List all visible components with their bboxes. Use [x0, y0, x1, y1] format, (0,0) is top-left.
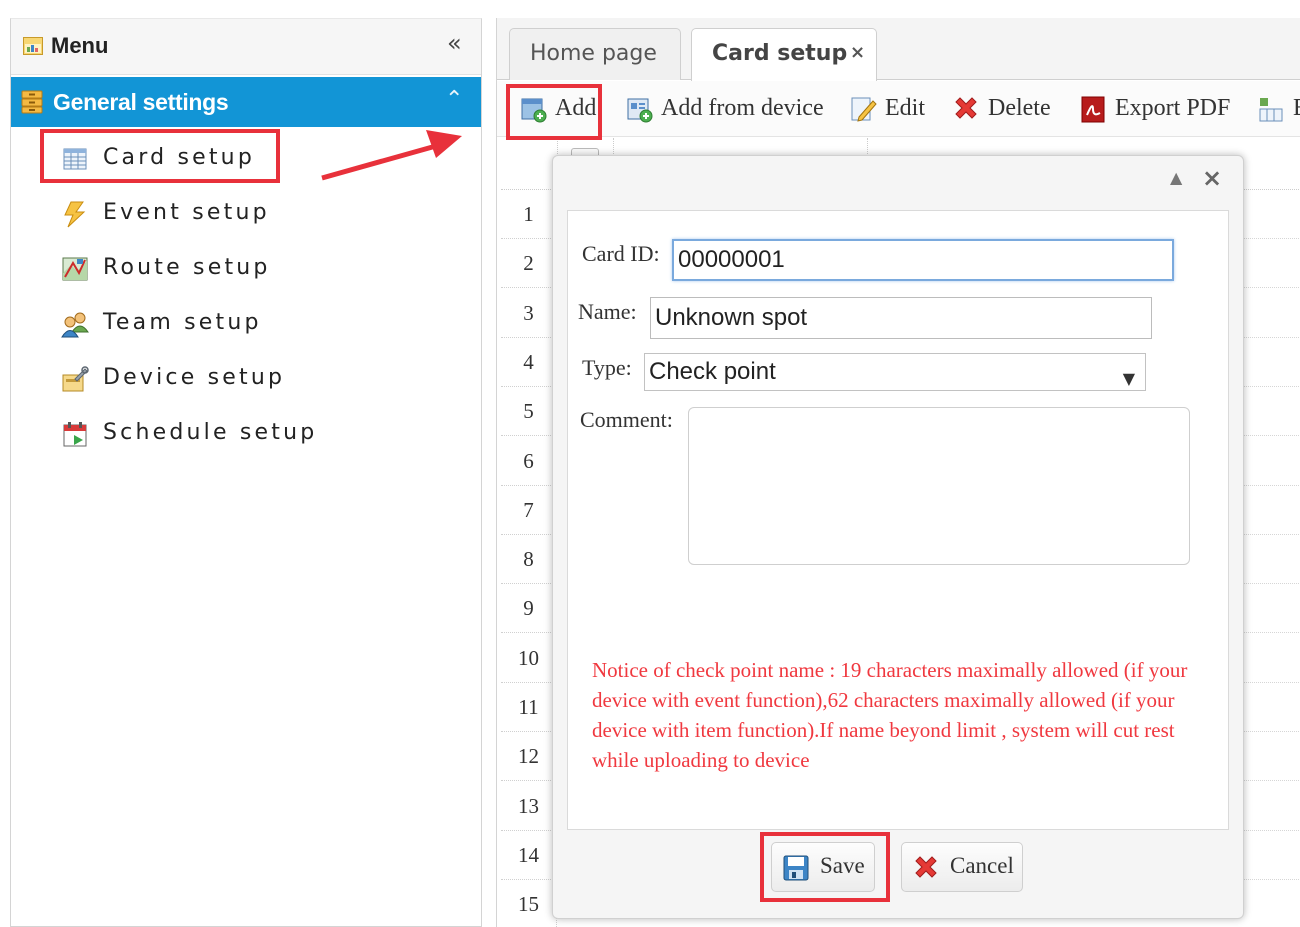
- add-button[interactable]: Add: [519, 89, 599, 129]
- row-number: 5: [501, 387, 557, 436]
- device-wrench-icon: [62, 366, 89, 392]
- sidebar-item-team-setup[interactable]: Team setup: [61, 304, 461, 346]
- toolbar-label: Add from device: [661, 95, 824, 121]
- tab-label: Card setup: [712, 41, 848, 66]
- calendar-icon: [63, 422, 87, 447]
- sidebar-item-label: Card setup: [103, 145, 255, 170]
- tab-home-page[interactable]: Home page: [509, 28, 681, 80]
- tab-strip: Home page Card setup ×: [497, 18, 1300, 81]
- sidebar-item-schedule-setup[interactable]: Schedule setup: [61, 414, 461, 456]
- row-number: 12: [501, 732, 557, 781]
- cancel-icon: [915, 856, 937, 878]
- row-number: 3: [501, 289, 557, 338]
- lightning-icon: [64, 201, 86, 228]
- cancel-button[interactable]: Cancel: [901, 842, 1023, 892]
- dialog-form: Card ID: 00000001 Name: Unknown spot Typ…: [567, 210, 1229, 830]
- tab-label: Home page: [530, 41, 657, 66]
- collapse-dialog-icon[interactable]: ▲: [1170, 168, 1182, 187]
- menu-title: Menu: [51, 33, 109, 58]
- sidebar-item-label: Device setup: [103, 365, 286, 390]
- close-tab-icon[interactable]: ×: [850, 42, 865, 63]
- row-number: 9: [501, 584, 557, 633]
- type-label: Type:: [582, 355, 632, 380]
- delete-button[interactable]: Delete: [952, 89, 1062, 129]
- group-title: General settings: [53, 89, 229, 115]
- save-label: Save: [820, 853, 865, 878]
- sidebar-item-label: Event setup: [103, 200, 270, 225]
- row-number: 11: [501, 683, 557, 732]
- menu-icon: [23, 37, 43, 55]
- card-id-input[interactable]: 00000001: [672, 239, 1174, 281]
- chevron-up-icon[interactable]: ⌃: [445, 87, 463, 112]
- sidebar-item-route-setup[interactable]: Route setup: [61, 249, 461, 291]
- close-dialog-icon[interactable]: ×: [1202, 164, 1222, 192]
- add-icon: [521, 98, 547, 123]
- sidebar-item-device-setup[interactable]: Device setup: [61, 359, 461, 401]
- toolbar-label: E: [1293, 95, 1300, 122]
- row-number: 14: [501, 831, 557, 880]
- settings-group-icon: [21, 90, 43, 114]
- dropdown-arrow-icon: ▼: [1122, 369, 1135, 388]
- red-arrow-icon: [321, 130, 462, 181]
- cancel-label: Cancel: [950, 853, 1014, 878]
- save-button[interactable]: Save: [771, 842, 875, 892]
- delete-icon: [955, 97, 977, 119]
- table-icon: [63, 148, 87, 170]
- toolbar: Add Add from device Edit Delete Export P…: [497, 81, 1300, 137]
- row-number: 1: [501, 190, 557, 239]
- toolbar-label: Edit: [885, 95, 925, 121]
- toolbar-label: Export PDF: [1115, 95, 1231, 121]
- toolbar-label: Add: [555, 95, 597, 121]
- comment-textarea[interactable]: [688, 407, 1190, 565]
- row-number: 15: [501, 880, 557, 927]
- toolbar-label: Delete: [988, 95, 1051, 121]
- sidebar-item-label: Route setup: [103, 255, 271, 280]
- row-number: 10: [501, 634, 557, 683]
- card-id-label: Card ID:: [582, 241, 660, 266]
- export-pdf-button[interactable]: Export PDF: [1079, 89, 1239, 129]
- edit-icon: [851, 97, 877, 122]
- sidebar-item-event-setup[interactable]: Event setup: [61, 194, 461, 236]
- row-number: 7: [501, 486, 557, 535]
- sidebar-item-label: Team setup: [103, 310, 262, 335]
- comment-label: Comment:: [580, 407, 673, 432]
- row-number: 4: [501, 338, 557, 387]
- check-point-name-notice: Notice of check point name : 19 characte…: [592, 658, 1188, 772]
- type-selected-value: Check point: [649, 358, 776, 385]
- map-icon: [62, 257, 88, 281]
- menu-header: Menu «: [11, 19, 481, 75]
- add-from-device-icon: [627, 98, 653, 123]
- export-excel-icon: [1259, 98, 1283, 122]
- card-dialog: ▲ × Card ID: 00000001 Name: Unknown spot…: [552, 155, 1244, 919]
- row-number: 6: [501, 437, 557, 486]
- edit-button[interactable]: Edit: [849, 89, 933, 129]
- team-icon: [61, 312, 89, 338]
- export-excel-button[interactable]: E: [1257, 89, 1300, 129]
- name-input[interactable]: Unknown spot: [650, 297, 1152, 339]
- row-number: 2: [501, 239, 557, 288]
- pdf-icon: [1081, 96, 1105, 123]
- type-select[interactable]: Check point ▼: [644, 353, 1146, 391]
- add-from-device-button[interactable]: Add from device: [625, 89, 825, 129]
- tab-card-setup[interactable]: Card setup ×: [691, 28, 877, 81]
- row-number: 13: [501, 782, 557, 831]
- save-disk-icon: [783, 855, 809, 881]
- collapse-sidebar-icon[interactable]: «: [447, 29, 462, 57]
- name-label: Name:: [578, 299, 637, 324]
- row-number: 8: [501, 535, 557, 584]
- sidebar-item-label: Schedule setup: [103, 420, 318, 445]
